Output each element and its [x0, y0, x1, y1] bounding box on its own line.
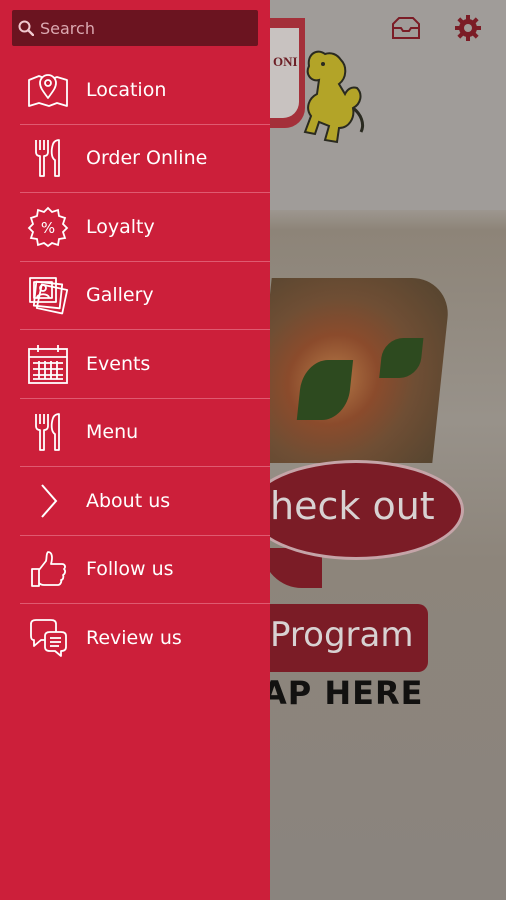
fork-knife-icon [26, 136, 70, 180]
lion-logo-icon [303, 50, 365, 144]
chat-bubbles-icon [26, 616, 70, 660]
menu-label: Order Online [86, 147, 208, 170]
percent-badge-icon: % [26, 205, 70, 249]
menu-item-follow-us[interactable]: Follow us [20, 536, 270, 604]
drawer-menu: Location Order Online % Loyalty Gallery … [20, 56, 270, 673]
menu-label: Review us [86, 627, 182, 650]
search-input[interactable] [40, 18, 240, 38]
menu-item-about-us[interactable]: About us [20, 467, 270, 536]
search-bar[interactable] [12, 10, 258, 46]
menu-label: Gallery [86, 284, 154, 307]
svg-text:%: % [41, 219, 55, 237]
menu-item-events[interactable]: Events [20, 330, 270, 399]
navigation-drawer: Location Order Online % Loyalty [0, 0, 270, 900]
calendar-icon [26, 342, 70, 386]
menu-label: Location [86, 78, 167, 101]
inbox-icon[interactable] [388, 10, 424, 46]
banner-text-tap-here: AP HERE [262, 674, 424, 712]
menu-item-review-us[interactable]: Review us [20, 604, 270, 673]
thumbs-up-icon [26, 547, 70, 591]
menu-label: Menu [86, 421, 139, 444]
banner-text-program: Program [270, 615, 414, 655]
menu-label: Loyalty [86, 215, 155, 238]
chevron-right-icon [26, 479, 70, 523]
photo-stack-icon [26, 273, 70, 317]
fork-knife-icon [26, 410, 70, 454]
menu-item-menu[interactable]: Menu [20, 399, 270, 467]
logo-text: ONI [273, 54, 298, 69]
gear-icon[interactable] [450, 10, 486, 46]
menu-item-order-online[interactable]: Order Online [20, 125, 270, 193]
search-icon [18, 20, 34, 36]
pizza-image [252, 278, 452, 463]
menu-label: Events [86, 352, 151, 375]
menu-item-gallery[interactable]: Gallery [20, 262, 270, 330]
menu-item-loyalty[interactable]: % Loyalty [20, 193, 270, 262]
menu-label: Follow us [86, 558, 174, 581]
map-pin-icon [26, 68, 70, 112]
menu-item-location[interactable]: Location [20, 56, 270, 125]
menu-label: About us [86, 489, 171, 512]
banner-text-check-out: heck out [270, 484, 435, 528]
